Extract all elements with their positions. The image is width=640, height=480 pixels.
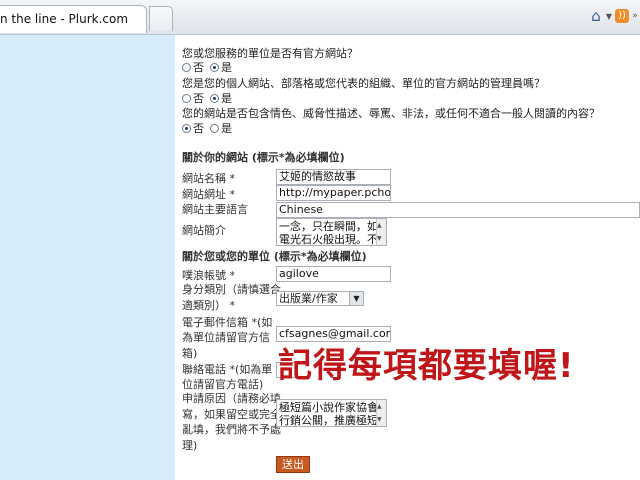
chevron-down-icon[interactable]: ▼ bbox=[604, 6, 614, 26]
identity-select[interactable]: 出版業/作家 ▼ bbox=[276, 291, 364, 306]
site-name-input[interactable]: 艾姬的情慾故事 bbox=[276, 169, 391, 185]
new-tab-button[interactable] bbox=[149, 6, 173, 31]
site-url-input[interactable]: http://mypaper.pchome bbox=[276, 185, 391, 201]
reason-label-line4: 理) bbox=[182, 439, 198, 452]
reason-label-line3: 亂填，我們將不予處 bbox=[182, 423, 281, 436]
identity-label-line1: 身分類別（請慎選合 bbox=[182, 283, 281, 296]
reason-textarea[interactable]: 極短篇小說作家協會行銷公關，推廣極短 bbox=[276, 399, 387, 427]
plurk-account-label: 噗浪帳號 * bbox=[182, 269, 235, 282]
q1-label-no: 否 bbox=[193, 61, 204, 74]
overflow-chevron-icon[interactable]: » bbox=[630, 6, 640, 26]
chevron-down-icon[interactable]: ▼ bbox=[349, 292, 363, 305]
question-inappropriate-content: 您的網站是否包含情色、威脅性描述、辱罵、非法，或任何不適合一般人閱讀的內容？ bbox=[182, 107, 600, 120]
q1-radio-yes[interactable] bbox=[210, 62, 219, 72]
application-form: 您或您服務的單位是否有官方網站？ 否 是 您是您的個人網站、部落格或您代表的組織… bbox=[175, 35, 640, 480]
q3-label-yes: 是 bbox=[221, 122, 232, 135]
plurk-account-input[interactable]: agilove bbox=[276, 266, 391, 282]
site-description-text: 一念，只在瞬間，如電光石火般出現。不 bbox=[279, 220, 378, 246]
q2-radio-no[interactable] bbox=[182, 93, 191, 103]
q1-options: 否 是 bbox=[182, 59, 236, 75]
q3-label-no: 否 bbox=[193, 122, 204, 135]
browser-tab[interactable]: n the line - Plurk.com bbox=[0, 5, 147, 33]
phone-label-line1: 聯絡電話 *(如為單 bbox=[182, 363, 273, 376]
site-url-label: 網站網址 * bbox=[182, 188, 235, 201]
question-site-admin: 您是您的個人網站、部落格或您代表的組織、單位的官方網站的管理員嗎？ bbox=[182, 77, 545, 90]
feed-icon[interactable]: )) bbox=[614, 6, 630, 26]
reason-text: 極短篇小說作家協會行銷公關，推廣極短 bbox=[279, 401, 378, 427]
q1-label-yes: 是 bbox=[221, 61, 232, 74]
q3-options: 否 是 bbox=[182, 120, 236, 136]
site-language-label: 網站主要語言 bbox=[182, 203, 248, 216]
left-sidebar bbox=[0, 35, 175, 480]
site-language-input[interactable]: Chinese bbox=[276, 202, 640, 218]
email-label-line1: 電子郵件信箱 *(如 bbox=[182, 316, 273, 329]
tab-title: n the line - Plurk.com bbox=[0, 12, 129, 26]
q2-label-yes: 是 bbox=[221, 92, 232, 105]
email-label-line2: 為單位請留官方信 bbox=[182, 331, 270, 344]
site-section-heading: 關於你的網站 (標示*為必填欄位) bbox=[182, 151, 345, 164]
site-name-label: 網站名稱 * bbox=[182, 172, 235, 185]
reason-label-line2: 寫，如果留空或完全 bbox=[182, 408, 281, 421]
q2-options: 否 是 bbox=[182, 90, 236, 106]
q3-radio-yes[interactable] bbox=[210, 123, 219, 133]
q2-radio-yes[interactable] bbox=[210, 93, 219, 103]
submit-button[interactable]: 送出 bbox=[276, 456, 310, 473]
unit-section-heading: 關於您或您的單位 (標示*為必填欄位) bbox=[182, 250, 367, 263]
q1-radio-no[interactable] bbox=[182, 62, 191, 72]
email-label-line3: 箱) bbox=[182, 347, 198, 360]
site-description-label: 網站簡介 bbox=[182, 224, 226, 237]
reason-scrollbar[interactable] bbox=[376, 400, 386, 426]
identity-selected-value: 出版業/作家 bbox=[279, 292, 338, 305]
phone-label-line2: 位請留官方電話) bbox=[182, 378, 264, 391]
annotation-reminder: 記得每項都要填喔! bbox=[278, 346, 575, 386]
reason-label-line1: 申請原因（請務必填 bbox=[182, 392, 281, 405]
identity-label-line2: 適類別） * bbox=[182, 299, 235, 312]
q2-label-no: 否 bbox=[193, 92, 204, 105]
q3-radio-no[interactable] bbox=[182, 123, 191, 133]
browser-toolbar: n the line - Plurk.com ⌂ ▼ )) » bbox=[0, 0, 640, 35]
site-description-textarea[interactable]: 一念，只在瞬間，如電光石火般出現。不 bbox=[276, 218, 387, 246]
site-description-scrollbar[interactable] bbox=[376, 219, 386, 245]
